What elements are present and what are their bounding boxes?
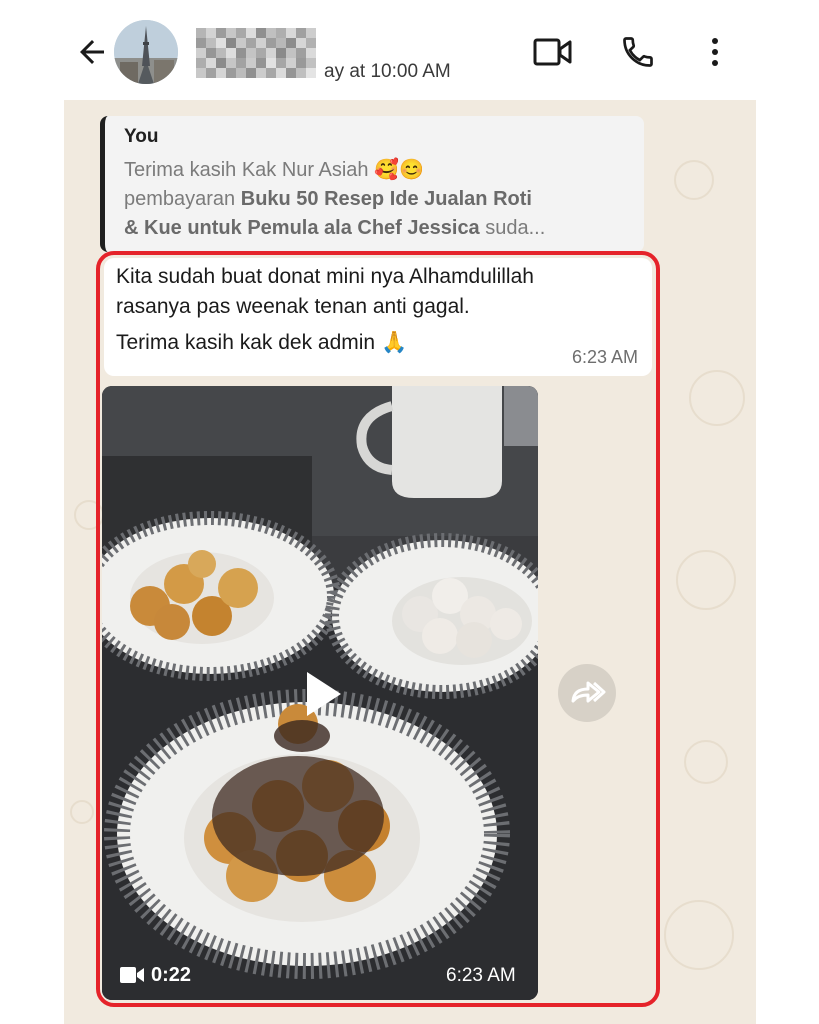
chat-header: ay at 10:00 AM (0, 0, 819, 100)
annotation-highlight-box (96, 251, 660, 1007)
quote-author: You (124, 126, 159, 147)
quoted-message[interactable]: You Terima kasih Kak Nur Asiah 🥰😊 pembay… (100, 116, 644, 252)
back-arrow-icon[interactable] (74, 34, 110, 70)
video-call-icon[interactable] (533, 36, 573, 68)
avatar[interactable] (114, 20, 178, 84)
last-seen-status: ay at 10:00 AM (324, 61, 451, 82)
contact-name-blurred[interactable] (196, 24, 326, 80)
quote-text: Terima kasih Kak Nur Asiah 🥰😊 pembayaran… (124, 159, 546, 239)
more-vert-icon[interactable] (703, 36, 727, 68)
phone-icon[interactable] (620, 34, 656, 70)
